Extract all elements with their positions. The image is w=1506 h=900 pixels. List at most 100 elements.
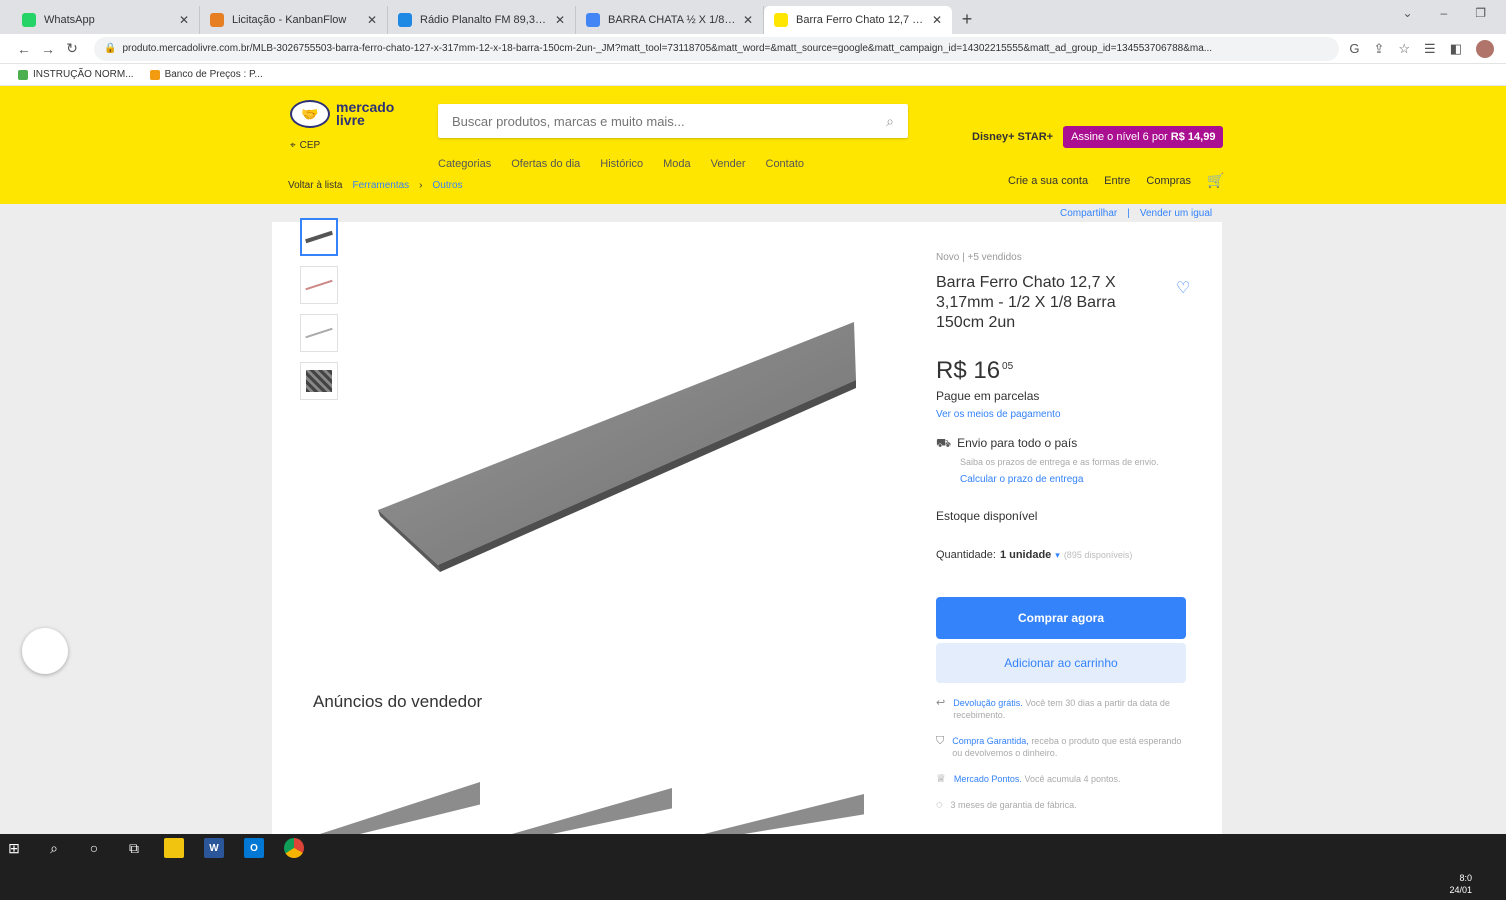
back-icon[interactable]: ←: [12, 41, 36, 57]
google-lens-icon[interactable]: G: [1349, 41, 1359, 56]
close-icon[interactable]: ✕: [555, 13, 565, 27]
installments-text: Pague em parcelas: [936, 389, 1040, 403]
calculate-shipping-link[interactable]: Calcular o prazo de entrega: [960, 474, 1186, 485]
tab-title: Licitação - KanbanFlow: [232, 14, 347, 26]
word-icon[interactable]: W: [204, 838, 224, 858]
nav-moda[interactable]: Moda: [663, 158, 691, 170]
cep-selector[interactable]: ⌖ CEP: [290, 140, 320, 151]
window-controls: ⌄ – ❐: [1402, 6, 1486, 20]
benefit-link[interactable]: Compra Garantida,: [952, 736, 1029, 746]
breadcrumb-separator-icon: ›: [419, 180, 423, 191]
back-to-list-link[interactable]: Voltar à lista: [288, 180, 342, 191]
forward-icon[interactable]: →: [36, 41, 60, 57]
tab-whatsapp[interactable]: WhatsApp ✕: [12, 6, 200, 34]
maximize-icon[interactable]: ❐: [1475, 6, 1486, 20]
reading-list-icon[interactable]: ☰: [1424, 41, 1436, 57]
breadcrumb-outros[interactable]: Outros: [433, 180, 463, 191]
flat-bar-image: [305, 230, 333, 244]
buy-now-button[interactable]: Comprar agora: [936, 597, 1186, 639]
sell-similar-link[interactable]: Vender um igual: [1140, 208, 1212, 219]
seller-ad-image[interactable]: [300, 780, 480, 834]
tab-radio[interactable]: Rádio Planalto FM 89,3 - Pa ✕: [388, 6, 576, 34]
floating-scroll-button[interactable]: [22, 628, 68, 674]
screen: WhatsApp ✕ Licitação - KanbanFlow ✕ Rádi…: [0, 0, 1506, 900]
close-icon[interactable]: ✕: [743, 13, 753, 27]
nav-categorias[interactable]: Categorias: [438, 158, 491, 170]
outlook-icon[interactable]: O: [244, 838, 264, 858]
trophy-icon: ♕: [936, 773, 946, 785]
bookmarks-bar: INSTRUÇÃO NORM... Banco de Preços : P...: [0, 64, 1506, 86]
close-icon[interactable]: ✕: [932, 13, 942, 27]
nav-contato[interactable]: Contato: [766, 158, 805, 170]
close-icon[interactable]: ✕: [367, 13, 377, 27]
minimize-icon[interactable]: –: [1441, 6, 1448, 20]
login-link[interactable]: Entre: [1104, 175, 1130, 187]
return-icon: ↩: [936, 697, 946, 709]
seller-ad-image[interactable]: [684, 780, 864, 834]
cart-icon[interactable]: 🛒: [1207, 172, 1224, 189]
cortana-icon[interactable]: ○: [84, 838, 104, 858]
url-actions: G ⇪ ☆ ☰ ◧: [1349, 39, 1494, 58]
share-link[interactable]: Compartilhar: [1060, 208, 1117, 219]
promo-banner[interactable]: Disney+ STAR+ Assine o nível 6 por R$ 14…: [972, 126, 1224, 148]
search-icon[interactable]: ⌕: [886, 113, 894, 130]
thumbnail[interactable]: [300, 218, 338, 256]
avatar[interactable]: [1476, 39, 1494, 58]
clock-time: 8:0: [1459, 873, 1472, 883]
benefit-text: Mercado Pontos. Você acumula 4 pontos.: [954, 773, 1121, 785]
add-to-cart-button[interactable]: Adicionar ao carrinho: [936, 643, 1186, 683]
address-bar: ← → ↻ 🔒 produto.mercadolivre.com.br/MLB-…: [0, 34, 1506, 64]
bookmark-instrucao[interactable]: INSTRUÇÃO NORM...: [18, 69, 134, 80]
site-logo[interactable]: 🤝 mercado livre: [290, 100, 406, 128]
site-header: 🤝 mercado livre ⌕ Disney+ STAR+ Assine o…: [0, 86, 1506, 204]
bookmark-banco-precos[interactable]: Banco de Preços : P...: [149, 69, 263, 80]
close-icon[interactable]: ✕: [179, 13, 189, 27]
thumbnail[interactable]: [300, 362, 338, 400]
file-explorer-icon[interactable]: [164, 838, 184, 858]
lock-icon: 🔒: [104, 43, 117, 54]
sidepanel-icon[interactable]: ◧: [1450, 41, 1462, 57]
tab-kanbanflow[interactable]: Licitação - KanbanFlow ✕: [200, 6, 388, 34]
product-image[interactable]: [368, 310, 868, 580]
breadcrumb-ferramentas[interactable]: Ferramentas: [352, 180, 409, 191]
heart-icon[interactable]: ♡: [1176, 278, 1190, 298]
search-input[interactable]: [452, 113, 887, 129]
url-text: produto.mercadolivre.com.br/MLB-30267555…: [122, 43, 1213, 54]
chrome-icon[interactable]: [284, 838, 304, 858]
purchases-link[interactable]: Compras: [1146, 175, 1191, 187]
nav-ofertas[interactable]: Ofertas do dia: [511, 158, 580, 170]
url-field[interactable]: 🔒 produto.mercadolivre.com.br/MLB-302675…: [94, 36, 1340, 61]
user-links: Crie a sua conta Entre Compras 🛒: [1008, 172, 1224, 189]
task-view-icon[interactable]: ⧉: [124, 838, 144, 858]
thumbnail[interactable]: [300, 266, 338, 304]
benefit-desc: Você acumula 4 pontos.: [1024, 774, 1121, 784]
promo-button[interactable]: Assine o nível 6 por R$ 14,99: [1063, 126, 1224, 148]
tab-mercadolivre[interactable]: Barra Ferro Chato 12,7 X 3,17mm ✕: [764, 6, 952, 34]
benefit-link[interactable]: Devolução grátis.: [953, 698, 1023, 708]
benefit-return: ↩ Devolução grátis. Você tem 30 dias a p…: [936, 697, 1186, 721]
thumbnail-list: [300, 218, 338, 400]
thumbnail[interactable]: [300, 314, 338, 352]
create-account-link[interactable]: Crie a sua conta: [1008, 175, 1088, 187]
benefit-link[interactable]: Mercado Pontos.: [954, 774, 1022, 784]
windows-start-icon[interactable]: ⊞: [4, 838, 24, 858]
truck-icon: ⛟: [936, 436, 952, 450]
logo-text: mercado livre: [336, 99, 395, 128]
payment-methods-link[interactable]: Ver os meios de pagamento: [936, 409, 1186, 420]
nav-vender[interactable]: Vender: [711, 158, 746, 170]
reload-icon[interactable]: ↻: [60, 40, 84, 57]
seller-ad-image[interactable]: [492, 780, 672, 834]
separator: |: [1127, 208, 1130, 219]
star-icon[interactable]: ☆: [1398, 41, 1410, 57]
share-icon[interactable]: ⇪: [1373, 41, 1384, 57]
whatsapp-icon: [22, 13, 36, 27]
search-icon[interactable]: ⌕: [44, 838, 64, 858]
nav-historico[interactable]: Histórico: [600, 158, 643, 170]
chevron-down-icon[interactable]: ⌄: [1402, 6, 1412, 20]
quantity-selector[interactable]: Quantidade: 1 unidade ▾ (895 disponíveis…: [936, 549, 1186, 561]
taskbar-clock[interactable]: 8:0 24/01: [1449, 872, 1472, 896]
new-tab-button[interactable]: +: [952, 6, 982, 34]
share-links: Compartilhar | Vender um igual: [1060, 208, 1212, 219]
tab-google-search[interactable]: BARRA CHATA ½ X 1/8 (Barra ch ✕: [576, 6, 764, 34]
price: R$ 16 05: [936, 357, 1186, 385]
